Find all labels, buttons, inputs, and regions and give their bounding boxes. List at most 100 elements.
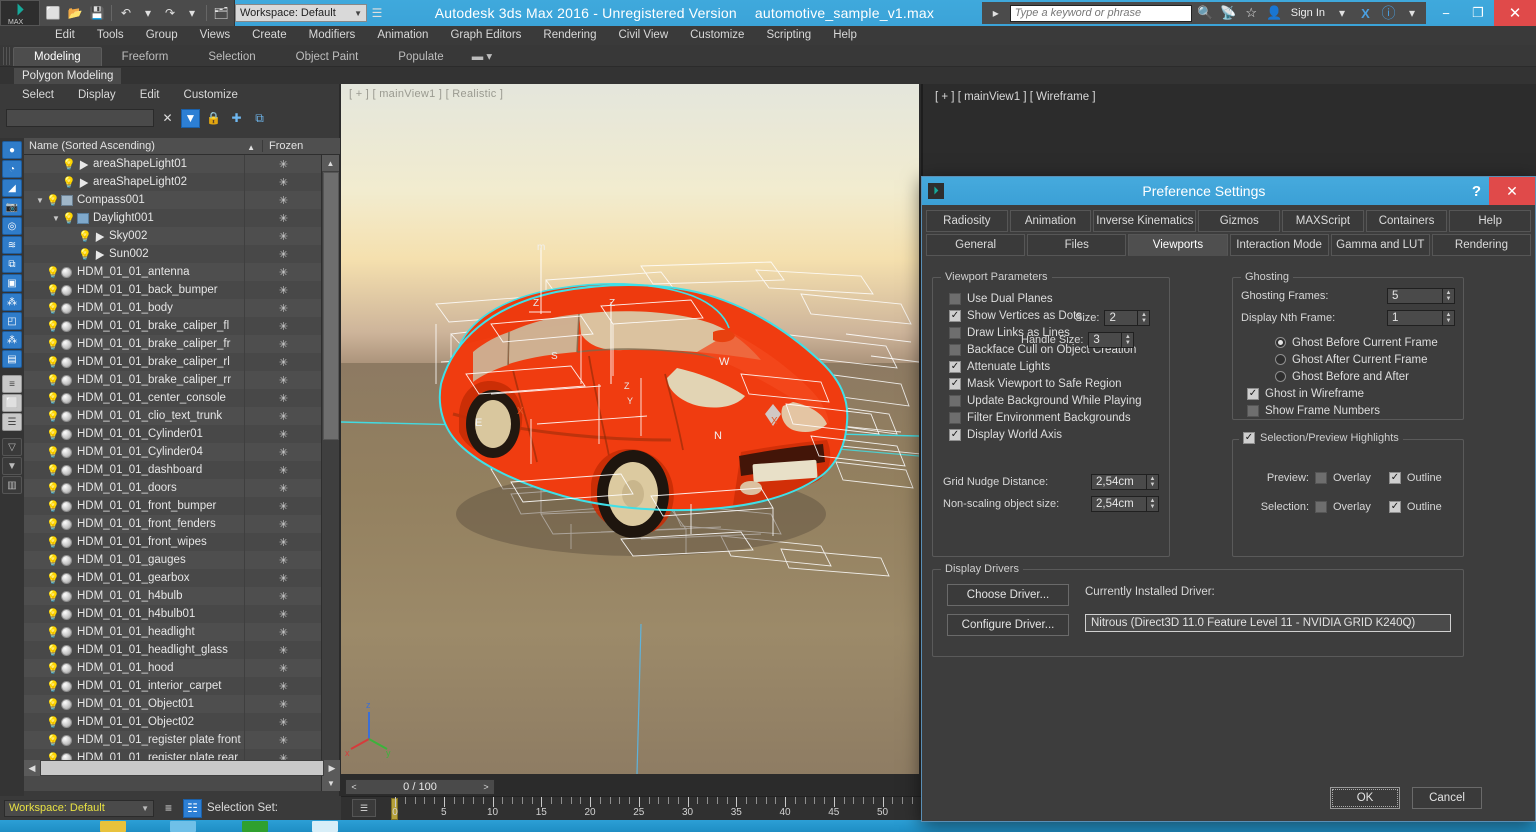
filter-groups-icon[interactable]: ⧉ xyxy=(2,255,22,273)
nonscaling-size-value[interactable]: 2,54cm xyxy=(1091,496,1147,512)
visibility-bulb-icon[interactable]: 💡 xyxy=(46,464,60,477)
frozen-toggle-icon[interactable]: ✳ xyxy=(244,155,322,173)
choose-driver-button[interactable]: Choose Driver... xyxy=(947,584,1069,606)
menu-item-edit[interactable]: Edit xyxy=(44,26,86,45)
explorer-row[interactable]: 💡 HDM_01_01_dashboard ✳ xyxy=(24,461,322,479)
frozen-toggle-icon[interactable]: ✳ xyxy=(244,425,322,443)
hscrollbar-thumb[interactable] xyxy=(41,761,323,775)
filter-funnel-icon[interactable]: ▼ xyxy=(181,108,200,128)
explorer-row[interactable]: ▼ 💡 Compass001 ✳ xyxy=(24,191,322,209)
explorer-row[interactable]: 💡 HDM_01_01_headlight_glass ✳ xyxy=(24,641,322,659)
visibility-bulb-icon[interactable]: 💡 xyxy=(46,590,60,603)
viewport-left-label[interactable]: [ + ] [ mainView1 ] [ Realistic ] xyxy=(349,88,503,100)
visibility-bulb-icon[interactable]: 💡 xyxy=(46,446,60,459)
frozen-toggle-icon[interactable]: ✳ xyxy=(244,353,322,371)
frozen-toggle-icon[interactable]: ✳ xyxy=(244,227,322,245)
expand-collapse-icon[interactable]: ▼ xyxy=(50,214,62,223)
pref-tab-inverse-kinematics[interactable]: Inverse Kinematics xyxy=(1093,210,1197,232)
taskbar-app-3-icon[interactable] xyxy=(242,821,268,832)
ghosting-check-row[interactable]: ✓ Ghost in Wireframe xyxy=(1247,385,1380,402)
display-toggle-icon[interactable]: ▥ xyxy=(2,476,22,494)
menu-item-modifiers[interactable]: Modifiers xyxy=(298,26,367,45)
key-mode-toggle-icon[interactable]: ☰ xyxy=(352,799,376,817)
spinner-arrows-icon[interactable]: ▲ ▼ xyxy=(1443,310,1455,326)
favorites-star-icon[interactable]: ☆ xyxy=(1242,4,1261,23)
frozen-toggle-icon[interactable]: ✳ xyxy=(244,335,322,353)
configure-driver-button[interactable]: Configure Driver... xyxy=(947,614,1069,636)
explorer-row[interactable]: 💡 HDM_01_01_register plate front ✳ xyxy=(24,731,322,749)
exchange-app-store-icon[interactable]: X xyxy=(1356,4,1375,23)
frozen-toggle-icon[interactable]: ✳ xyxy=(244,317,322,335)
visibility-bulb-icon[interactable]: 💡 xyxy=(46,266,60,279)
filter-xrefs-icon[interactable]: ▣ xyxy=(2,274,22,292)
maximize-button[interactable]: ❐ xyxy=(1462,0,1494,26)
explorer-row[interactable]: 💡 Sky002 ✳ xyxy=(24,227,322,245)
explorer-menu-select[interactable]: Select xyxy=(10,89,66,101)
visibility-bulb-icon[interactable]: 💡 xyxy=(46,716,60,729)
explorer-row[interactable]: 💡 HDM_01_01_front_fenders ✳ xyxy=(24,515,322,533)
frozen-toggle-icon[interactable]: ✳ xyxy=(244,245,322,263)
clear-find-icon[interactable]: ✕ xyxy=(158,109,177,128)
explorer-row[interactable]: 💡 HDM_01_01_brake_caliper_rr ✳ xyxy=(24,371,322,389)
visibility-bulb-icon[interactable]: 💡 xyxy=(46,644,60,657)
ghosting-check-row[interactable]: Show Frame Numbers xyxy=(1247,402,1380,419)
frozen-toggle-icon[interactable]: ✳ xyxy=(244,551,322,569)
redo-icon[interactable]: ↷ xyxy=(160,3,180,23)
prev-frame-button[interactable]: < xyxy=(346,782,362,792)
list-objects-icon[interactable]: ⬜ xyxy=(2,394,22,412)
explorer-find-input[interactable] xyxy=(6,109,154,127)
nonscaling-size-spinner[interactable]: 2,54cm ▲ ▼ xyxy=(1091,496,1159,512)
ghosting-radio-row[interactable]: Ghost Before and After xyxy=(1275,368,1438,385)
radio-ghost-before-current-frame[interactable] xyxy=(1275,337,1286,348)
explorer-row[interactable]: 💡 HDM_01_01_back_bumper ✳ xyxy=(24,281,322,299)
visibility-bulb-icon[interactable]: 💡 xyxy=(46,302,60,315)
spinner-arrows-icon[interactable]: ▲ ▼ xyxy=(1147,474,1159,490)
explorer-row[interactable]: 💡 HDM_01_01_front_wipes ✳ xyxy=(24,533,322,551)
undo-icon[interactable]: ↶ xyxy=(116,3,136,23)
explorer-horizontal-scrollbar[interactable]: ◀ ▶ xyxy=(24,760,340,776)
open-file-icon[interactable]: 📂 xyxy=(65,3,85,23)
frozen-toggle-icon[interactable]: ✳ xyxy=(244,461,322,479)
visibility-bulb-icon[interactable]: 💡 xyxy=(46,284,60,297)
explorer-row[interactable]: 💡 HDM_01_01_Cylinder04 ✳ xyxy=(24,443,322,461)
application-menu-button[interactable]: ⏵ MAX xyxy=(0,0,40,26)
layer-manager-icon[interactable]: ≡ xyxy=(159,799,178,818)
handle-size-value[interactable]: 3 xyxy=(1088,332,1123,348)
pref-tab-files[interactable]: Files xyxy=(1027,234,1127,256)
visibility-bulb-icon[interactable]: 💡 xyxy=(62,158,76,171)
frozen-toggle-icon[interactable]: ✳ xyxy=(244,533,322,551)
communication-center-icon[interactable]: 📡 xyxy=(1219,4,1238,23)
explorer-row[interactable]: 💡 HDM_01_01_h4bulb01 ✳ xyxy=(24,605,322,623)
explorer-menu-edit[interactable]: Edit xyxy=(128,89,172,101)
scroll-up-icon[interactable]: ▲ xyxy=(322,155,339,171)
frozen-toggle-icon[interactable]: ✳ xyxy=(244,605,322,623)
filter-geometry-icon[interactable]: ● xyxy=(2,141,22,159)
explorer-row[interactable]: 💡 HDM_01_01_gearbox ✳ xyxy=(24,569,322,587)
selection-overlay-checkbox[interactable] xyxy=(1315,501,1327,513)
search-expand-icon[interactable]: ▸ xyxy=(986,3,1006,23)
save-file-icon[interactable]: 💾 xyxy=(87,3,107,23)
explorer-row[interactable]: 💡 HDM_01_01_interior_carpet ✳ xyxy=(24,677,322,695)
expand-collapse-icon[interactable]: ▼ xyxy=(34,196,46,205)
radio-ghost-before-and-after[interactable] xyxy=(1275,371,1286,382)
workspace-status-selector[interactable]: Workspace: Default ▼ xyxy=(4,799,154,817)
menu-item-create[interactable]: Create xyxy=(241,26,298,45)
checkbox-draw-links-as-lines[interactable] xyxy=(949,326,961,339)
ribbon-tab-modeling[interactable]: Modeling xyxy=(13,47,102,66)
ribbon-overflow-dropdown-icon[interactable]: ▬ ▾ xyxy=(464,46,500,66)
visibility-bulb-icon[interactable]: 💡 xyxy=(46,734,60,747)
filter-space-warps-icon[interactable]: ≋ xyxy=(2,236,22,254)
visibility-bulb-icon[interactable]: 💡 xyxy=(46,554,60,567)
checkbox-show-frame-numbers[interactable] xyxy=(1247,404,1259,417)
viewport-param-row[interactable]: Update Background While Playing xyxy=(949,392,1161,409)
highlights-enable-checkbox[interactable]: ✓ xyxy=(1243,432,1255,444)
funnel-filter-icon[interactable]: ▽ xyxy=(2,438,22,456)
frozen-toggle-icon[interactable]: ✳ xyxy=(244,191,322,209)
spinner-arrows-icon[interactable]: ▲ ▼ xyxy=(1122,332,1135,348)
ribbon-tab-selection[interactable]: Selection xyxy=(188,48,275,66)
column-header-frozen[interactable]: Frozen xyxy=(262,140,340,152)
scroll-right-icon[interactable]: ▶ xyxy=(324,760,340,776)
viewport-param-row[interactable]: ✓ Display World Axis xyxy=(949,426,1161,443)
checkbox-use-dual-planes[interactable] xyxy=(949,292,961,305)
explorer-row[interactable]: 💡 HDM_01_01_Cylinder01 ✳ xyxy=(24,425,322,443)
